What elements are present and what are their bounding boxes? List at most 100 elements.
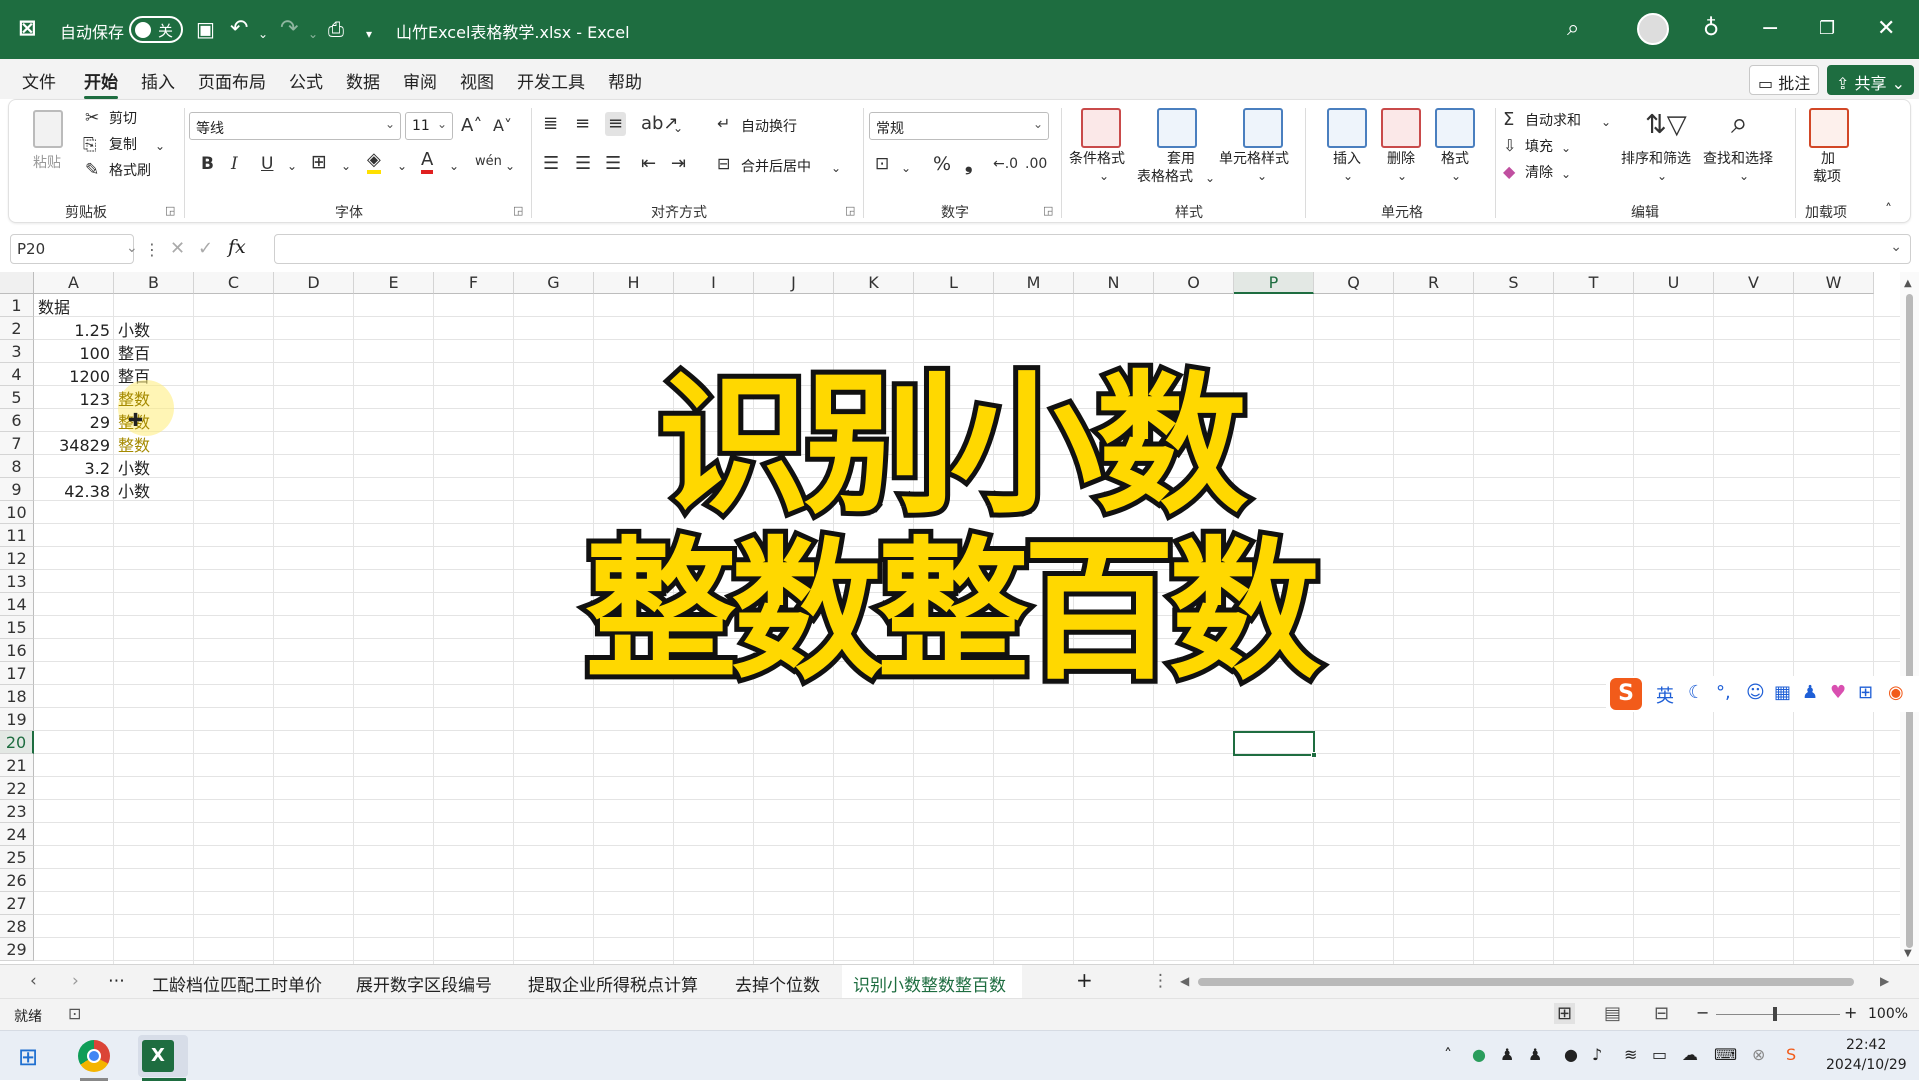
fill-color-icon[interactable]: ◈: [367, 150, 381, 174]
row-header[interactable]: 8: [0, 455, 34, 478]
scroll-left-icon[interactable]: ◀: [1180, 974, 1189, 988]
row-header[interactable]: 9: [0, 478, 34, 501]
tab-insert[interactable]: 插入: [141, 68, 175, 93]
column-header[interactable]: U: [1634, 272, 1714, 294]
chevron-down-icon[interactable]: ⌄: [1257, 164, 1267, 188]
chevron-down-icon[interactable]: ⌄: [1451, 164, 1461, 188]
autosave-toggle[interactable]: 关: [129, 16, 183, 43]
italic-button[interactable]: I: [231, 152, 238, 176]
chevron-down-icon[interactable]: ⌄: [1890, 239, 1902, 255]
row-header[interactable]: 15: [0, 616, 34, 639]
select-all-corner[interactable]: [0, 272, 34, 294]
row-header[interactable]: 5: [0, 386, 34, 409]
increase-font-icon[interactable]: A˄: [461, 114, 482, 138]
fill-handle[interactable]: [1311, 752, 1317, 758]
delete-cells-icon[interactable]: [1381, 108, 1421, 148]
row-header[interactable]: 20: [0, 731, 34, 754]
chevron-down-icon[interactable]: ⌄: [831, 156, 841, 180]
column-header[interactable]: G: [514, 272, 594, 294]
row-header[interactable]: 13: [0, 570, 34, 593]
decrease-decimal-icon[interactable]: .00: [1025, 152, 1047, 176]
insert-function-button[interactable]: fx: [228, 236, 246, 258]
addins-label2[interactable]: 载项: [1813, 166, 1841, 186]
chevron-down-icon[interactable]: ⌄: [1601, 110, 1611, 134]
qq-icon-2[interactable]: ♟: [1528, 1045, 1542, 1064]
chevron-down-icon[interactable]: ⌄: [673, 116, 683, 140]
chevron-down-icon[interactable]: ⌄: [126, 240, 138, 256]
lightbulb-icon[interactable]: ♁: [1703, 15, 1719, 43]
font-size-combo[interactable]: 11 ⌄: [405, 112, 453, 140]
toolbox-icon[interactable]: ⊞: [1858, 682, 1873, 703]
cell-b7[interactable]: 整数: [118, 434, 150, 457]
underline-button[interactable]: U: [261, 152, 273, 176]
page-layout-view-icon[interactable]: ▤: [1604, 1003, 1621, 1024]
column-header[interactable]: B: [114, 272, 194, 294]
row-header[interactable]: 4: [0, 363, 34, 386]
cell-b9[interactable]: 小数: [118, 480, 150, 503]
onedrive-icon[interactable]: ☁: [1682, 1045, 1698, 1064]
vertical-scroll-thumb[interactable]: [1906, 294, 1913, 948]
column-header[interactable]: H: [594, 272, 674, 294]
chevron-down-icon[interactable]: ⌄: [449, 154, 459, 178]
restore-icon[interactable]: ❐: [1819, 15, 1835, 43]
insert-cells-icon[interactable]: [1327, 108, 1367, 148]
chevron-down-icon[interactable]: ⌄: [505, 154, 515, 178]
column-header[interactable]: M: [994, 272, 1074, 294]
column-header[interactable]: I: [674, 272, 754, 294]
keyboard-icon[interactable]: ⌨: [1714, 1045, 1737, 1064]
wechat-icon[interactable]: ●: [1472, 1045, 1486, 1064]
tab-view[interactable]: 视图: [460, 68, 494, 93]
column-header[interactable]: W: [1794, 272, 1874, 294]
next-sheet-icon[interactable]: ›: [72, 971, 79, 991]
cell-a7[interactable]: 34829: [38, 434, 110, 457]
align-center-icon[interactable]: ☰: [575, 152, 591, 176]
tab-file[interactable]: 文件: [22, 68, 56, 93]
percent-button[interactable]: %: [933, 152, 951, 176]
column-header[interactable]: L: [914, 272, 994, 294]
column-header[interactable]: T: [1554, 272, 1634, 294]
chevron-down-icon[interactable]: ⌄: [287, 154, 297, 178]
column-header[interactable]: O: [1154, 272, 1234, 294]
undo-dropdown-icon[interactable]: ⌄: [258, 20, 268, 48]
decrease-font-icon[interactable]: A˅: [493, 114, 512, 138]
moon-icon[interactable]: ☾: [1688, 682, 1704, 703]
avatar[interactable]: [1637, 13, 1669, 45]
font-name-combo[interactable]: 等线 ⌄: [189, 112, 401, 140]
cell-b5[interactable]: 整数: [118, 388, 150, 411]
chevron-down-icon[interactable]: ⌄: [1657, 164, 1667, 188]
ime-language[interactable]: 英: [1656, 682, 1674, 708]
row-header[interactable]: 27: [0, 892, 34, 915]
add-sheet-icon[interactable]: +: [1076, 968, 1093, 992]
zoom-in-icon[interactable]: +: [1844, 1003, 1857, 1022]
sort-filter-icon[interactable]: ⇅▽: [1645, 108, 1687, 142]
more-sheets-icon[interactable]: ⋯: [108, 971, 125, 991]
chevron-down-icon[interactable]: ⌄: [341, 154, 351, 178]
row-header[interactable]: 29: [0, 938, 34, 961]
format-painter-button[interactable]: 格式刷: [109, 160, 151, 180]
column-header[interactable]: S: [1474, 272, 1554, 294]
chevron-down-icon[interactable]: ⌄: [1739, 164, 1749, 188]
row-header[interactable]: 11: [0, 524, 34, 547]
scroll-down-icon[interactable]: ▼: [1904, 948, 1912, 959]
page-break-view-icon[interactable]: ⊟: [1654, 1003, 1669, 1024]
currency-icon[interactable]: ⊡: [875, 152, 889, 176]
bold-button[interactable]: B: [201, 152, 214, 176]
border-icon[interactable]: ⊞: [311, 150, 327, 174]
sheet-tab-5[interactable]: 识别小数整数整百数: [853, 971, 1006, 1001]
font-color-icon[interactable]: A: [421, 150, 434, 174]
windows-start-icon[interactable]: ⊞: [18, 1043, 38, 1071]
column-header[interactable]: R: [1394, 272, 1474, 294]
column-header[interactable]: A: [34, 272, 114, 294]
dialog-launcher-icon[interactable]: ◲: [513, 204, 523, 217]
sheet-tab-2[interactable]: 展开数字区段编号: [356, 971, 492, 996]
row-header[interactable]: 3: [0, 340, 34, 363]
conditional-format-icon[interactable]: [1081, 108, 1121, 148]
clear-button[interactable]: 清除: [1525, 162, 1553, 182]
row-header[interactable]: 2: [0, 317, 34, 340]
decrease-indent-icon[interactable]: ⇤: [641, 152, 656, 176]
dialog-launcher-icon[interactable]: ◲: [1043, 204, 1053, 217]
paste-label[interactable]: 粘贴: [33, 152, 61, 172]
align-bottom-icon[interactable]: ≡: [605, 112, 627, 136]
row-header[interactable]: 17: [0, 662, 34, 685]
chevron-down-icon[interactable]: ⌄: [1561, 136, 1571, 160]
